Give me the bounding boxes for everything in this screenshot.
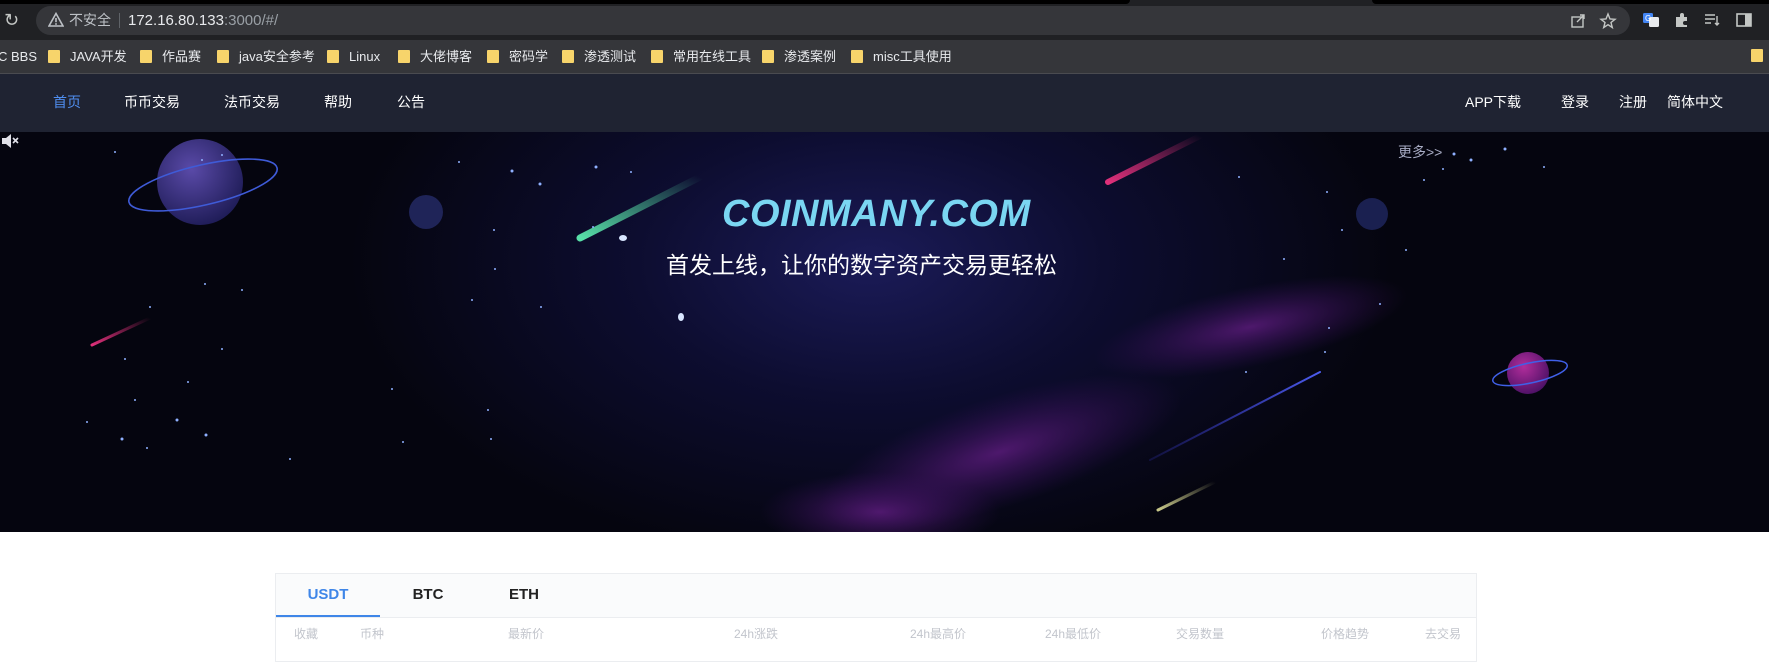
tab-usdt[interactable]: USDT (276, 574, 380, 617)
folder-icon (851, 50, 863, 63)
brand-logo: COINMANY.COM (722, 193, 1031, 235)
bookmark-item[interactable]: 密码学 (487, 49, 548, 65)
bookmark-label: 渗透案例 (784, 49, 837, 64)
folder-icon[interactable] (1751, 49, 1763, 62)
moon (409, 195, 443, 229)
bookmark-item[interactable]: 渗透测试 (562, 49, 636, 65)
bookmark-label: 作品赛 (162, 49, 202, 64)
translate-icon[interactable]: G (1642, 11, 1660, 29)
bookmark-item[interactable]: JAVA开发 (48, 49, 127, 65)
folder-icon (562, 50, 574, 63)
bookmark-label: 密码学 (509, 49, 549, 64)
security-status[interactable]: 不安全 (69, 12, 111, 29)
bookmarks-bar: C BBS JAVA开发 作品赛 java安全参考 Linux 大佬博客 密码学… (0, 40, 1769, 74)
bookmark-label: 大佬博客 (420, 49, 473, 64)
svg-text:G: G (1645, 14, 1651, 23)
column-price-trend: 价格趋势 (1321, 627, 1370, 641)
column-coin[interactable]: 币种 (360, 627, 384, 641)
meteor (1149, 371, 1321, 461)
planet (1507, 352, 1549, 394)
folder-icon (398, 50, 410, 63)
tab-btc[interactable]: BTC (380, 574, 476, 617)
browser-toolbar: ↻ 不安全 172.16.80.133:3000/#/ G (0, 0, 1769, 40)
folder-icon (327, 50, 339, 63)
tab-eth[interactable]: ETH (476, 574, 572, 617)
nav-home[interactable]: 首页 (53, 94, 81, 111)
meteor (1156, 480, 1217, 512)
extensions-icon[interactable] (1673, 11, 1691, 29)
planet (157, 139, 243, 225)
tab-strip (1372, 0, 1769, 4)
reload-icon[interactable]: ↻ (4, 11, 22, 29)
tab-strip (0, 0, 1130, 4)
site-header: 首页 币币交易 法币交易 帮助 公告 APP下载 登录 注册 简体中文 (0, 74, 1769, 132)
divider (119, 13, 120, 28)
column-24h-high[interactable]: 24h最高价 (910, 627, 966, 641)
side-panel-icon[interactable] (1735, 11, 1753, 29)
bookmark-label: misc工具使用 (873, 49, 952, 64)
register-link[interactable]: 注册 (1619, 94, 1647, 111)
more-announcements-link[interactable]: 更多>> (1398, 144, 1442, 160)
bookmark-label: C BBS (0, 49, 38, 64)
column-last-price[interactable]: 最新价 (508, 627, 544, 641)
meteor (90, 316, 152, 347)
language-switch[interactable]: 简体中文 (1667, 94, 1723, 111)
column-volume[interactable]: 交易数量 (1176, 627, 1224, 641)
nav-coin-trade[interactable]: 币币交易 (124, 94, 180, 111)
bookmark-label: java安全参考 (239, 49, 315, 64)
market-tabs: USDT BTC ETH (276, 574, 1476, 618)
warning-icon[interactable] (48, 12, 64, 28)
login-link[interactable]: 登录 (1561, 94, 1589, 111)
column-24h-low[interactable]: 24h最低价 (1045, 627, 1101, 641)
bookmark-label: Linux (349, 49, 381, 64)
folder-icon (487, 50, 499, 63)
banner-slogan: 首发上线，让你的数字资产交易更轻松 (666, 252, 1057, 278)
moon (1356, 198, 1388, 230)
meteor (1105, 133, 1203, 185)
url-host: 172.16.80.133 (128, 12, 224, 29)
app-download-link[interactable]: APP下载 (1465, 94, 1521, 111)
share-icon[interactable] (1569, 12, 1587, 30)
nav-help[interactable]: 帮助 (324, 94, 352, 111)
bookmark-item[interactable]: java安全参考 (217, 49, 315, 65)
bookmark-item[interactable]: 大佬博客 (398, 49, 472, 65)
column-go-trade: 去交易 (1425, 627, 1462, 641)
star-icon[interactable] (1599, 12, 1617, 30)
folder-icon (651, 50, 663, 63)
hero-banner[interactable]: 更多>> COINMANY.COM 首发上线，让你的数字资产交易更轻松 (0, 132, 1769, 532)
bookmark-item[interactable]: 渗透案例 (762, 49, 836, 65)
bookmark-item[interactable]: 常用在线工具 (651, 49, 751, 65)
column-favorite[interactable]: 收藏 (294, 627, 318, 641)
folder-icon (217, 50, 229, 63)
url-path: :3000/#/ (223, 12, 279, 29)
folder-icon (140, 50, 152, 63)
bookmark-item[interactable]: 作品赛 (140, 49, 201, 65)
address-bar[interactable]: 不安全 172.16.80.133:3000/#/ (36, 6, 1630, 35)
bookmark-item[interactable]: Linux (327, 49, 380, 65)
url-text[interactable]: 172.16.80.133:3000/#/ (128, 12, 278, 29)
glow-star (619, 235, 627, 241)
reading-list-icon[interactable] (1703, 11, 1721, 29)
bookmark-item[interactable]: C BBS (0, 49, 37, 65)
folder-icon (48, 50, 60, 63)
bookmark-item[interactable]: misc工具使用 (851, 49, 952, 65)
bookmark-label: JAVA开发 (70, 49, 127, 64)
column-24h-change[interactable]: 24h涨跌 (734, 627, 778, 641)
meteor (576, 173, 704, 242)
nav-announcement[interactable]: 公告 (397, 94, 425, 111)
glow-star (678, 313, 684, 321)
nav-fiat-trade[interactable]: 法币交易 (224, 94, 280, 111)
market-panel: USDT BTC ETH 收藏 币种 最新价 24h涨跌 24h最高价 24h最… (275, 573, 1477, 662)
bookmark-label: 常用在线工具 (673, 49, 752, 64)
folder-icon (762, 50, 774, 63)
bookmark-label: 渗透测试 (584, 49, 637, 64)
speaker-mute-icon[interactable] (0, 132, 20, 150)
